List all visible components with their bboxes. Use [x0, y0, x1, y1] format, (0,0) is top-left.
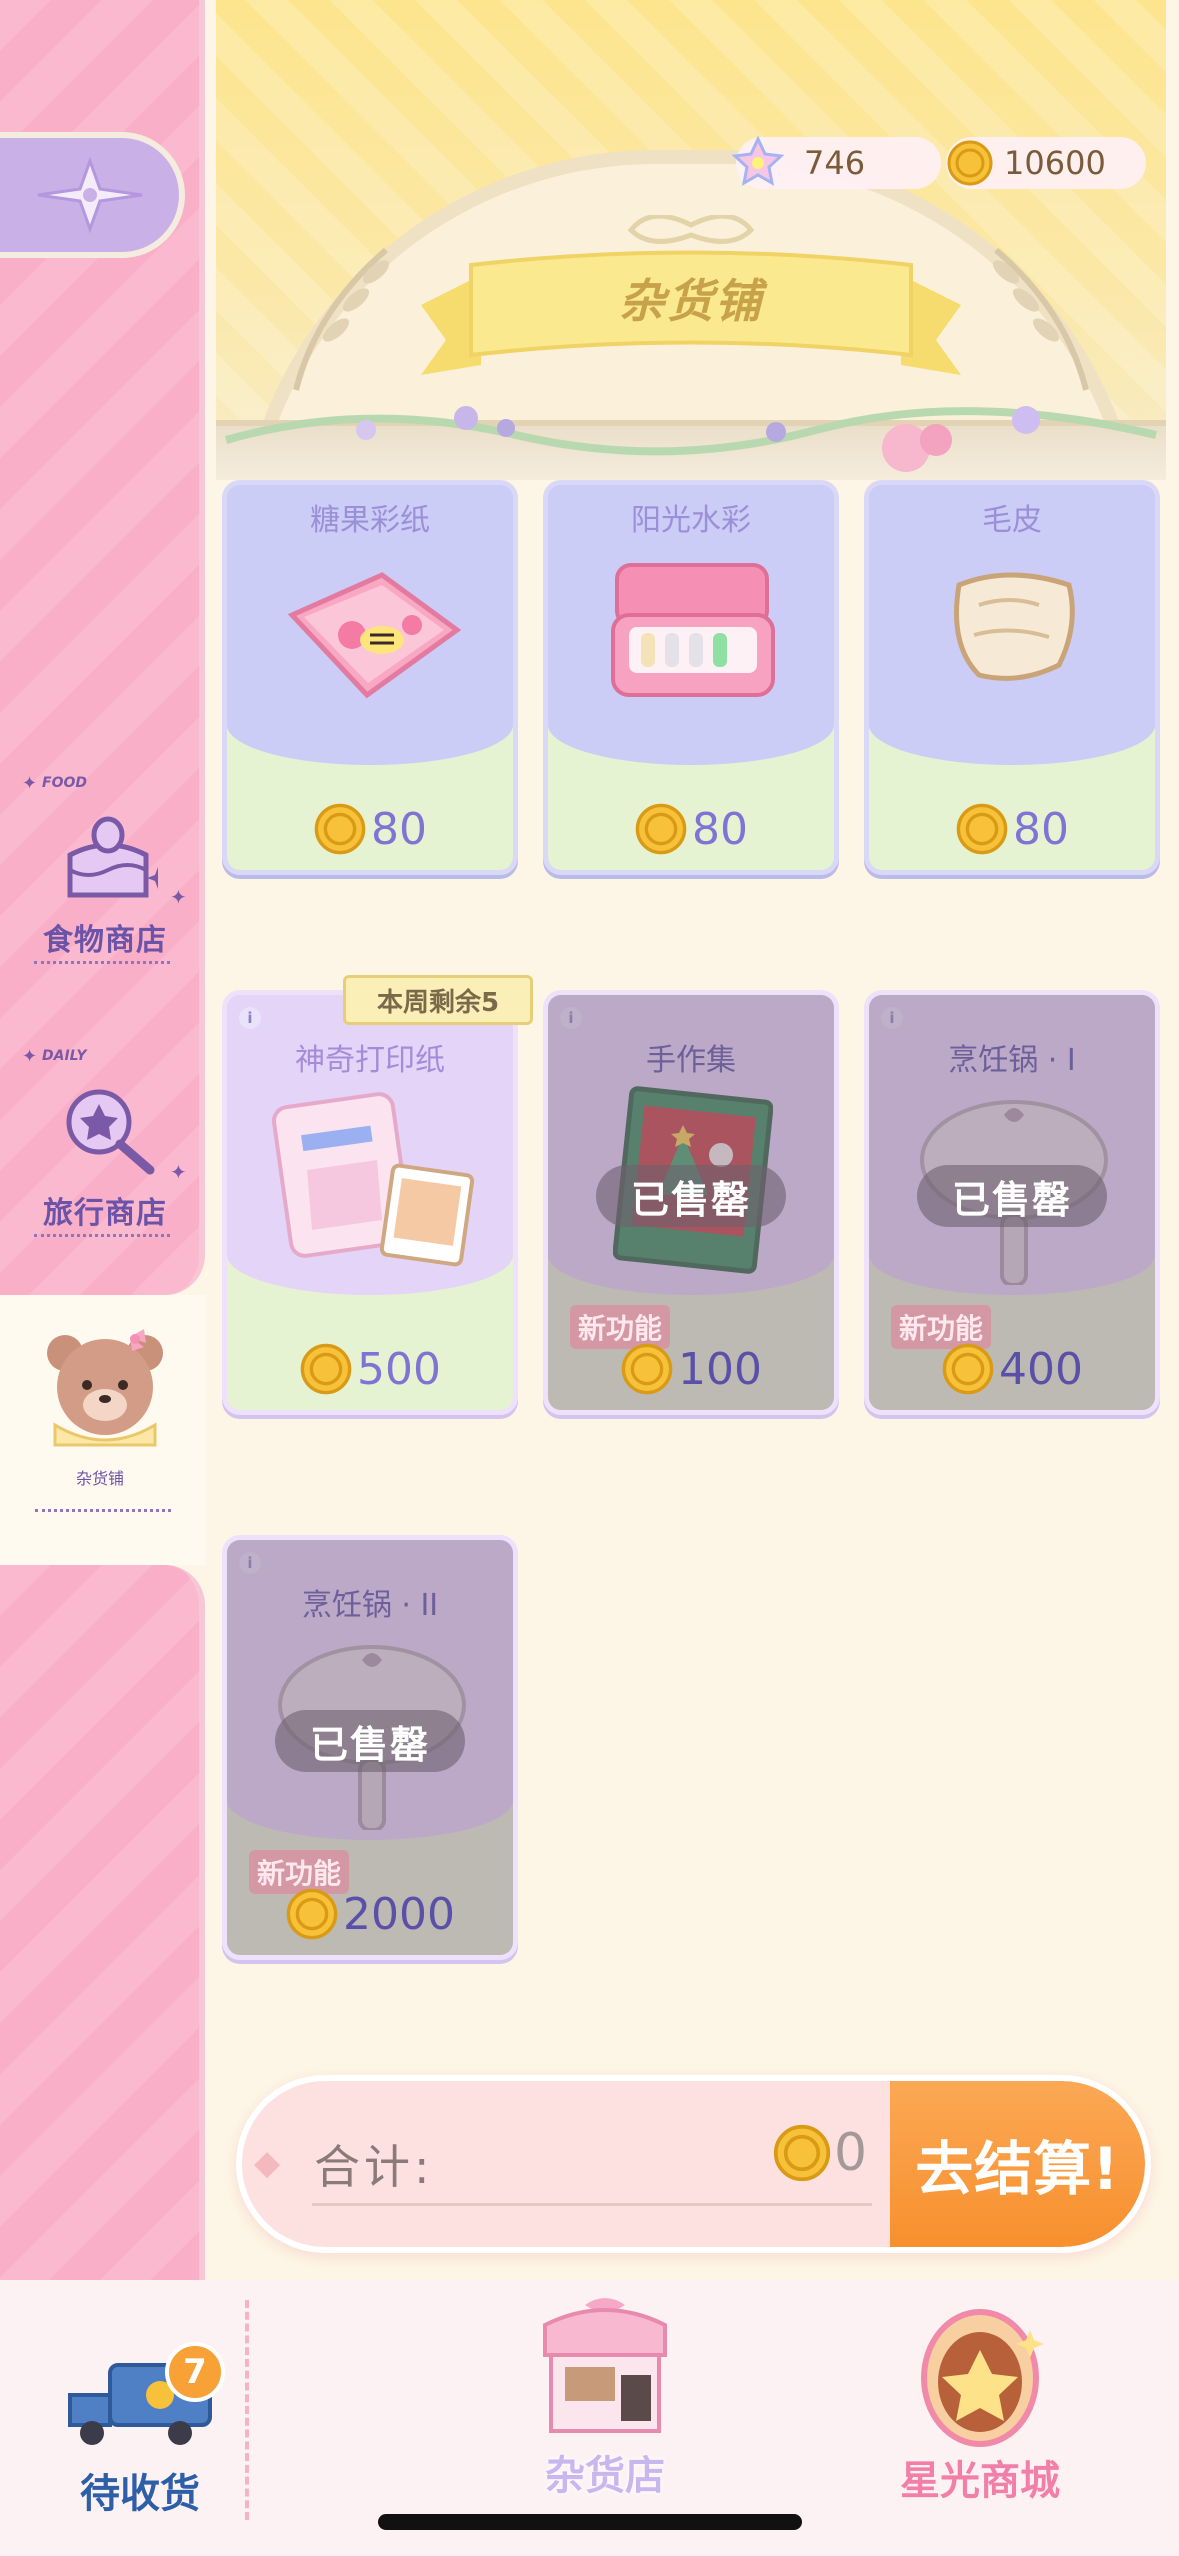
sparkle-icon: ✦: [170, 885, 187, 909]
item-price: 80: [548, 802, 834, 856]
home-indicator: [378, 2514, 802, 2530]
sidebar-item-label: 食物商店: [43, 923, 167, 958]
shop-item-card[interactable]: 毛皮 80: [864, 480, 1160, 875]
gold-coin-icon: [314, 803, 366, 855]
gold-coin-icon: [621, 1343, 673, 1395]
item-price: 2000: [227, 1887, 513, 1941]
gold-coin-icon: [286, 1888, 338, 1940]
starlight-egg-icon: [921, 2309, 1044, 2447]
checkout-bar: ◆ 合计: 0 去结算!: [236, 2075, 1151, 2253]
price-value: 100: [678, 1343, 762, 1395]
item-name: 神奇打印纸: [295, 1043, 445, 1078]
shop-title: 杂货铺: [619, 274, 763, 328]
nav-label: 星光商城: [900, 2458, 1060, 2504]
gold-coin-icon: [773, 2124, 831, 2182]
price-value: 400: [999, 1343, 1083, 1395]
item-name: 烹饪锅 · II: [301, 1588, 439, 1623]
checkout-button[interactable]: 去结算!: [890, 2081, 1145, 2247]
sidebar-item-label: 旅行商店: [43, 1196, 167, 1231]
item-price: 400: [869, 1342, 1155, 1396]
sparkle-icon: ✦: [22, 773, 38, 794]
sidebar-item-travel-shop[interactable]: DAILY ✦ ✦ 旅行商店: [20, 1046, 190, 1243]
item-name: 糖果彩纸: [310, 503, 430, 538]
nav-label: 杂货店: [545, 2453, 665, 2499]
sparkle-icon: ✦: [170, 1160, 187, 1184]
price-value: 2000: [343, 1888, 455, 1940]
shop-header: 杂货铺 746 10600: [216, 0, 1166, 480]
total-amount: 0: [772, 2123, 867, 2183]
back-button[interactable]: [0, 132, 185, 258]
item-price: 100: [548, 1342, 834, 1396]
star-gem-value: 746: [804, 144, 866, 182]
item-name: 手作集: [646, 1043, 736, 1078]
cake-icon: [67, 816, 158, 898]
sidebar-item-label: 杂货铺: [75, 1469, 124, 1488]
flower-vine-decoration: [224, 406, 1157, 472]
dotted-underline: [35, 1509, 171, 1512]
coin-balance: 10600: [946, 137, 1146, 189]
compass-arrow-icon: [37, 156, 142, 234]
shop-item-card[interactable]: i 手作集 已售罄 新功能 100: [543, 990, 839, 1415]
watercolor-box-icon: [611, 563, 775, 697]
soldout-label: 已售罄: [596, 1165, 786, 1227]
rainbow-star-icon: [731, 135, 785, 186]
sidebar-lower-panel: [0, 1565, 205, 2325]
nav-item-starlight-mall[interactable]: 星光商城: [870, 2300, 1090, 2504]
gold-coin-icon: [942, 1343, 994, 1395]
star-gem-balance: 746: [731, 135, 941, 189]
sidebar-item-food-shop[interactable]: FOOD ✦ ✦ 食物商店: [20, 773, 190, 970]
daily-tag: DAILY: [42, 1048, 87, 1064]
item-name: 毛皮: [982, 503, 1042, 538]
soldout-label: 已售罄: [917, 1165, 1107, 1227]
fur-pelt-icon: [954, 572, 1075, 681]
shop-item-card[interactable]: i 烹饪锅 · I 已售罄 新功能 400: [864, 990, 1160, 1415]
nav-item-grocery-store[interactable]: 杂货店: [505, 2295, 705, 2499]
item-price: 80: [227, 802, 513, 856]
magnifier-star-icon: [66, 1089, 155, 1175]
shop-item-card[interactable]: i 神奇打印纸 500: [222, 990, 518, 1415]
pending-count-badge: 7: [165, 2342, 225, 2402]
shop-item-card[interactable]: 阳光水彩 80: [543, 480, 839, 875]
dotted-underline: [34, 961, 170, 964]
food-tag: FOOD: [42, 775, 87, 791]
shop-item-card[interactable]: i 烹饪锅 · II 已售罄 新功能 2000: [222, 1535, 518, 1960]
sparkle-icon: ✦: [22, 1046, 38, 1067]
price-value: 80: [1013, 803, 1069, 855]
gold-coin-icon: [947, 140, 993, 186]
item-name: 烹饪锅 · I: [948, 1043, 1076, 1078]
coin-value: 10600: [1004, 144, 1106, 182]
candy-paper-icon: [287, 572, 462, 699]
price-value: 80: [371, 803, 427, 855]
bear-avatar-icon: [47, 1329, 163, 1447]
price-value: 500: [357, 1343, 441, 1395]
total-underline: [312, 2203, 872, 2206]
weekly-limit-tag: 本周剩余5: [343, 975, 533, 1025]
gold-coin-icon: [300, 1343, 352, 1395]
sidebar-item-grocery[interactable]: 杂货铺: [0, 1295, 205, 1565]
shop-item-card[interactable]: 糖果彩纸 80: [222, 480, 518, 875]
item-price: 500: [227, 1342, 513, 1396]
total-label: 合计:: [314, 2140, 434, 2194]
magic-printer-paper-icon: [271, 1092, 475, 1267]
item-name: 阳光水彩: [631, 503, 751, 538]
total-value: 0: [834, 2123, 868, 2183]
gold-coin-icon: [956, 803, 1008, 855]
item-price: 80: [869, 802, 1155, 856]
store-booth-icon: [543, 2298, 667, 2433]
gold-coin-icon: [635, 803, 687, 855]
price-value: 80: [692, 803, 748, 855]
nav-label: 待收货: [80, 2471, 200, 2517]
soldout-label: 已售罄: [275, 1710, 465, 1772]
diamond-icon: ◆: [254, 2143, 281, 2183]
nav-divider: [245, 2300, 249, 2520]
dotted-underline: [34, 1234, 170, 1237]
info-icon[interactable]: i: [239, 1007, 261, 1029]
